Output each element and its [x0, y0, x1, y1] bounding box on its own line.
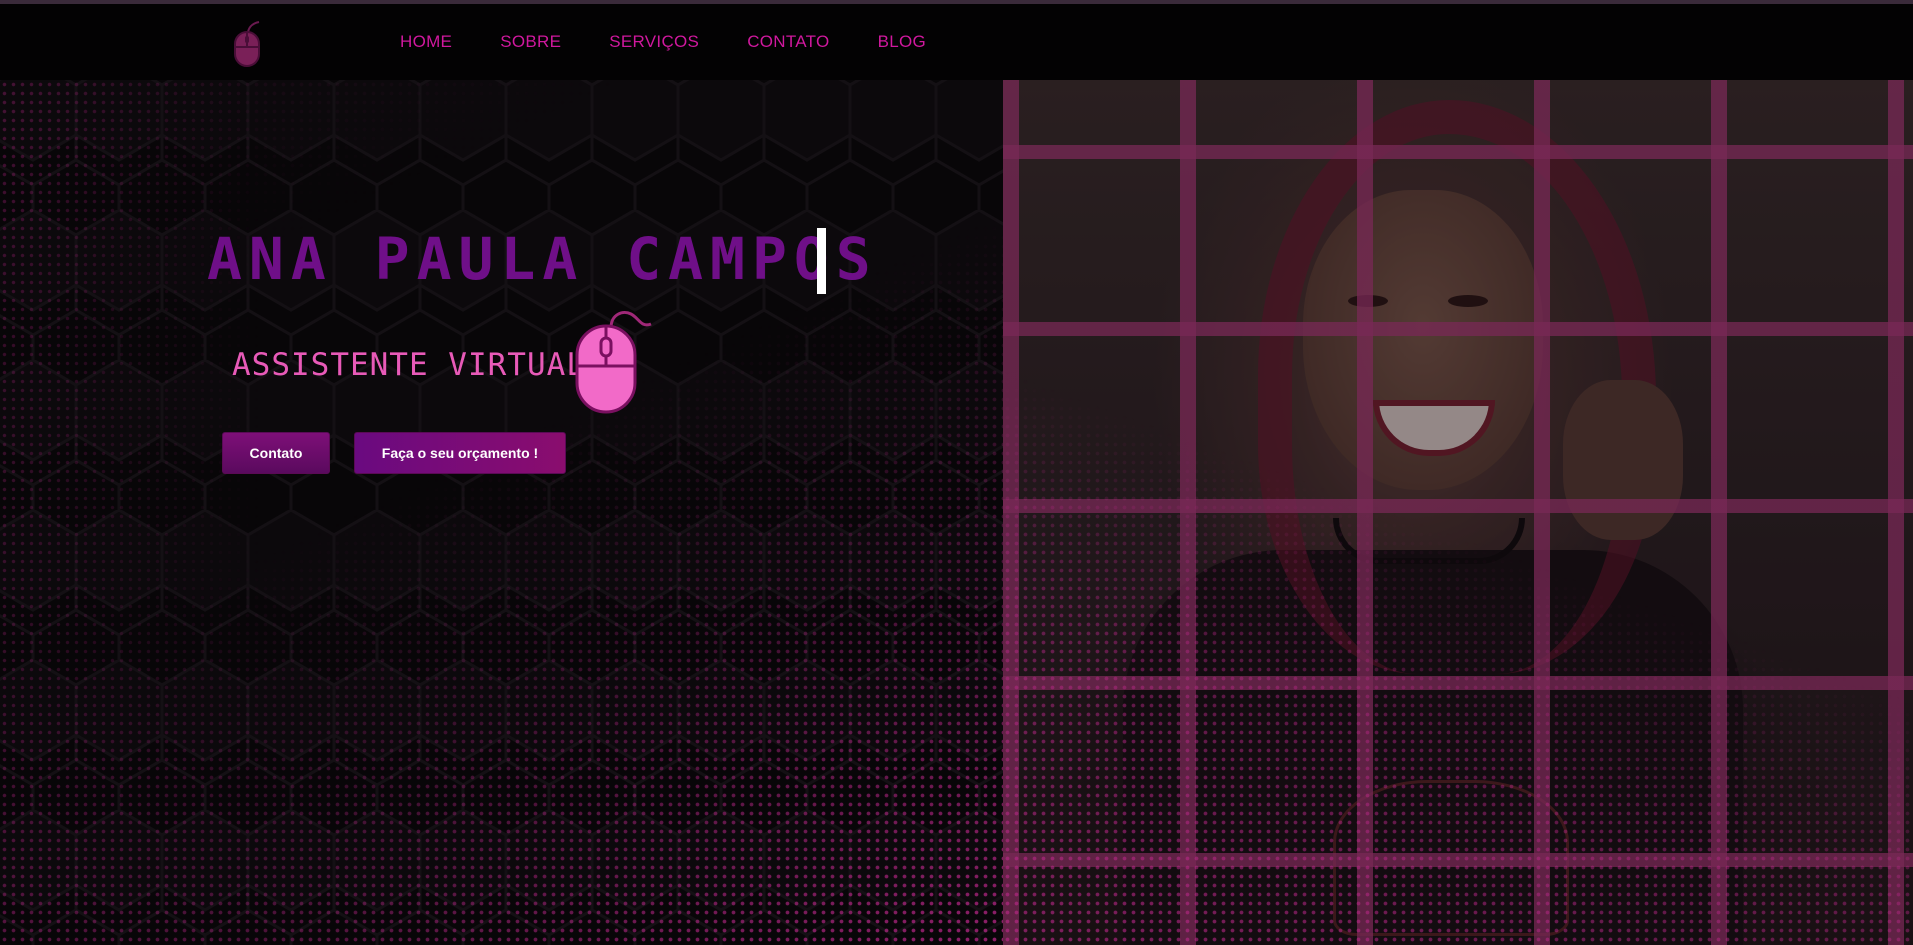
nav-link-blog[interactable]: BLOG	[878, 32, 926, 52]
main-nav: HOME SOBRE SERVIÇOS CONTATO BLOG	[400, 4, 974, 80]
page: HOME SOBRE SERVIÇOS CONTATO BLOG ANA PAU…	[0, 0, 1913, 945]
quote-button[interactable]: Faça o seu orçamento !	[354, 432, 566, 474]
nav-link-sobre[interactable]: SOBRE	[500, 32, 561, 52]
typing-cursor	[817, 228, 826, 294]
halftone-dots-left	[0, 80, 260, 945]
hero-subtitle: ASSISTENTE VIRTUAL	[232, 347, 586, 383]
navbar: HOME SOBRE SERVIÇOS CONTATO BLOG	[0, 4, 1913, 80]
hero-title: ANA PAULA CAMPOS	[207, 225, 878, 293]
nav-link-servicos[interactable]: SERVIÇOS	[609, 32, 699, 52]
contact-button[interactable]: Contato	[222, 432, 330, 474]
nav-link-contato[interactable]: CONTATO	[747, 32, 829, 52]
halftone-dots-right	[1003, 80, 1913, 945]
hero-section	[0, 80, 1003, 945]
portrait-photo	[1003, 80, 1913, 945]
mouse-icon	[575, 311, 652, 414]
mouse-icon[interactable]	[232, 20, 262, 68]
nav-link-home[interactable]: HOME	[400, 32, 452, 52]
